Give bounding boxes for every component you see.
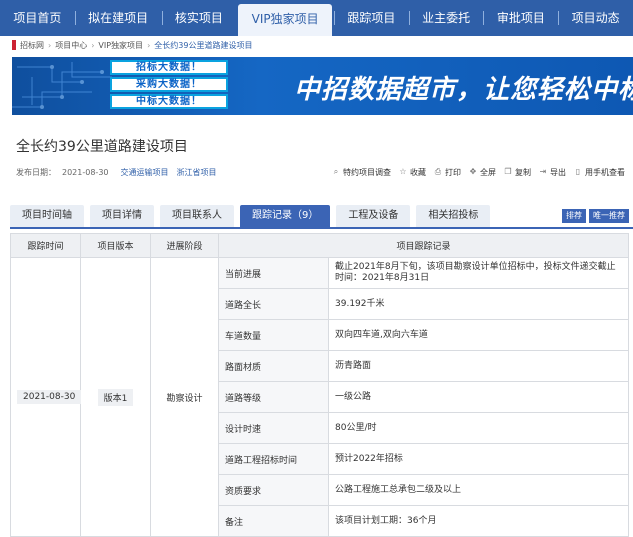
detail-tabs: 项目时间轴 项目详情 项目联系人 跟踪记录（9） 工程及设备 相关招投标 排荐 … <box>10 205 633 229</box>
home-icon <box>12 40 16 50</box>
banner-tag: 采购大数据！ <box>110 77 228 92</box>
banner-slogan: 中招数据超市，让您轻松中标 <box>294 75 633 105</box>
page-title: 全长约39公里道路建设项目 <box>16 139 188 155</box>
top-nav: 项目首页 拟在建项目 核实项目 VIP独家项目 跟踪项目 业主委托 审批项目 项… <box>0 0 633 36</box>
recommend-button[interactable]: 排荐 <box>562 209 586 223</box>
tool-export[interactable]: ⇥ 导出 <box>539 167 566 178</box>
tool-fullscreen[interactable]: ✥ 全屏 <box>469 167 496 178</box>
export-icon: ⇥ <box>539 167 547 176</box>
record-label: 道路等级 <box>218 381 329 413</box>
tool-mobile[interactable]: ▯ 用手机查看 <box>574 167 625 178</box>
star-icon: ☆ <box>399 167 407 176</box>
mobile-icon: ▯ <box>575 167 581 176</box>
tab-details[interactable]: 项目详情 <box>90 205 154 227</box>
record-value: 该项目计划工期：36个月 <box>327 505 630 537</box>
column-header-stage: 进展阶段 <box>150 233 219 258</box>
printer-icon: ⎙ <box>434 167 442 176</box>
record-label: 车道数量 <box>218 319 329 351</box>
nav-item-vip[interactable]: VIP独家项目 <box>238 4 332 36</box>
breadcrumb-separator: › <box>91 40 95 50</box>
breadcrumb-item-site[interactable]: 招标网 <box>20 40 44 51</box>
column-header-version: 项目版本 <box>80 233 151 258</box>
record-value: 一级公路 <box>327 381 630 413</box>
record-label: 当前进展 <box>218 257 329 289</box>
publish-date-label: 发布日期： <box>16 167 56 177</box>
record-value: 预计2022年招标 <box>327 443 630 475</box>
record-value: 截止2021年8月下旬，该项目勘察设计单位招标中，投标文件递交截止时间：2021… <box>327 257 630 289</box>
row-version-cell: 版本1 <box>80 257 151 537</box>
tab-timeline[interactable]: 项目时间轴 <box>10 205 84 227</box>
banner-tag: 中标大数据！ <box>110 94 228 109</box>
record-label: 道路全长 <box>218 288 329 320</box>
tool-label: 导出 <box>550 167 566 177</box>
row-date-cell: 2021-08-30 <box>10 257 82 537</box>
row-date: 2021-08-30 <box>17 390 82 404</box>
tool-favorite[interactable]: ☆ 收藏 <box>399 167 426 178</box>
tool-label: 收藏 <box>410 167 426 177</box>
record-label: 设计时速 <box>218 412 329 444</box>
fullscreen-icon: ✥ <box>469 167 477 176</box>
tab-contacts[interactable]: 项目联系人 <box>160 205 234 227</box>
nav-item-tracking[interactable]: 跟踪项目 <box>333 0 409 36</box>
tool-label: 复制 <box>515 167 531 177</box>
nav-item-news[interactable]: 项目动态 <box>558 0 633 36</box>
table-row: 2021-08-30 版本1 勘察设计 当前进展 截止2021年8月下旬，该项目… <box>10 257 630 537</box>
tool-label: 打印 <box>445 167 461 177</box>
tab-tracking[interactable]: 跟踪记录（9） <box>240 205 331 227</box>
nav-item-planned[interactable]: 拟在建项目 <box>74 0 162 36</box>
record-label: 资质要求 <box>218 474 329 506</box>
tool-label: 用手机查看 <box>585 167 625 177</box>
promo-banner[interactable]: 招标大数据！ 采购大数据！ 中标大数据！ 中招数据超市，让您轻松中标 <box>12 57 633 115</box>
category-link-province[interactable]: 浙江省项目 <box>177 167 217 178</box>
record-value: 39.192千米 <box>327 288 630 320</box>
tab-bids[interactable]: 相关招投标 <box>416 205 491 227</box>
tracking-table: 跟踪时间 项目版本 进展阶段 项目跟踪记录 2021-08-30 版本1 勘察设… <box>10 233 630 537</box>
breadcrumb-item-center[interactable]: 项目中心 <box>55 40 87 51</box>
record-label: 道路工程招标时间 <box>218 443 329 475</box>
record-value: 80公里/时 <box>327 412 630 444</box>
nav-item-home[interactable]: 项目首页 <box>0 0 75 36</box>
row-version: 版本1 <box>97 388 134 406</box>
breadcrumb-separator: › <box>48 40 52 50</box>
magnifier-icon: ⌕ <box>333 167 339 176</box>
project-meta: 发布日期： 2021-08-30 交通运输项目 浙江省项目 <box>16 166 225 178</box>
breadcrumb-separator: › <box>147 40 151 50</box>
breadcrumb: 招标网 › 项目中心 › VIP独家项目 › 全长约39公里道路建设项目 <box>12 38 252 52</box>
breadcrumb-item-vip[interactable]: VIP独家项目 <box>98 40 143 51</box>
tool-label: 全屏 <box>480 167 496 177</box>
breadcrumb-item-current: 全长约39公里道路建设项目 <box>154 40 253 50</box>
record-value: 公路工程施工总承包二级及以上 <box>327 474 630 506</box>
tool-print[interactable]: ⎙ 打印 <box>434 167 461 178</box>
table-header-row: 跟踪时间 项目版本 进展阶段 项目跟踪记录 <box>10 233 630 258</box>
nav-item-approval[interactable]: 审批项目 <box>483 0 558 36</box>
nav-item-verified[interactable]: 核实项目 <box>161 0 237 36</box>
row-stage: 勘察设计 <box>150 257 219 537</box>
toolbar: ⌕ 特约项目调查 ☆ 收藏 ⎙ 打印 ✥ 全屏 ❐ 复制 ⇥ 导出 ▯ 用手机查看 <box>324 166 625 178</box>
record-label: 路面材质 <box>218 350 329 382</box>
banner-tags: 招标大数据！ 采购大数据！ 中标大数据！ <box>110 60 228 109</box>
tool-copy[interactable]: ❐ 复制 <box>504 167 531 178</box>
unique-recommend-button[interactable]: 唯一推荐 <box>589 209 629 223</box>
category-link-transport[interactable]: 交通运输项目 <box>121 167 169 178</box>
record-value: 双向四车道,双向六车道 <box>327 319 630 351</box>
banner-tag: 招标大数据！ <box>110 60 228 75</box>
publish-date: 2021-08-30 <box>62 167 109 177</box>
record-label: 备注 <box>218 505 329 537</box>
column-header-time: 跟踪时间 <box>10 233 81 258</box>
tab-equipment[interactable]: 工程及设备 <box>336 205 411 227</box>
column-header-records: 项目跟踪记录 <box>217 233 630 258</box>
record-value: 沥青路面 <box>327 350 630 382</box>
tab-buttons: 排荐 唯一推荐 <box>562 209 629 223</box>
tool-investigate[interactable]: ⌕ 特约项目调查 <box>332 167 391 178</box>
copy-icon: ❐ <box>504 167 512 176</box>
tool-label: 特约项目调查 <box>343 167 391 177</box>
nav-item-owner[interactable]: 业主委托 <box>408 0 484 36</box>
